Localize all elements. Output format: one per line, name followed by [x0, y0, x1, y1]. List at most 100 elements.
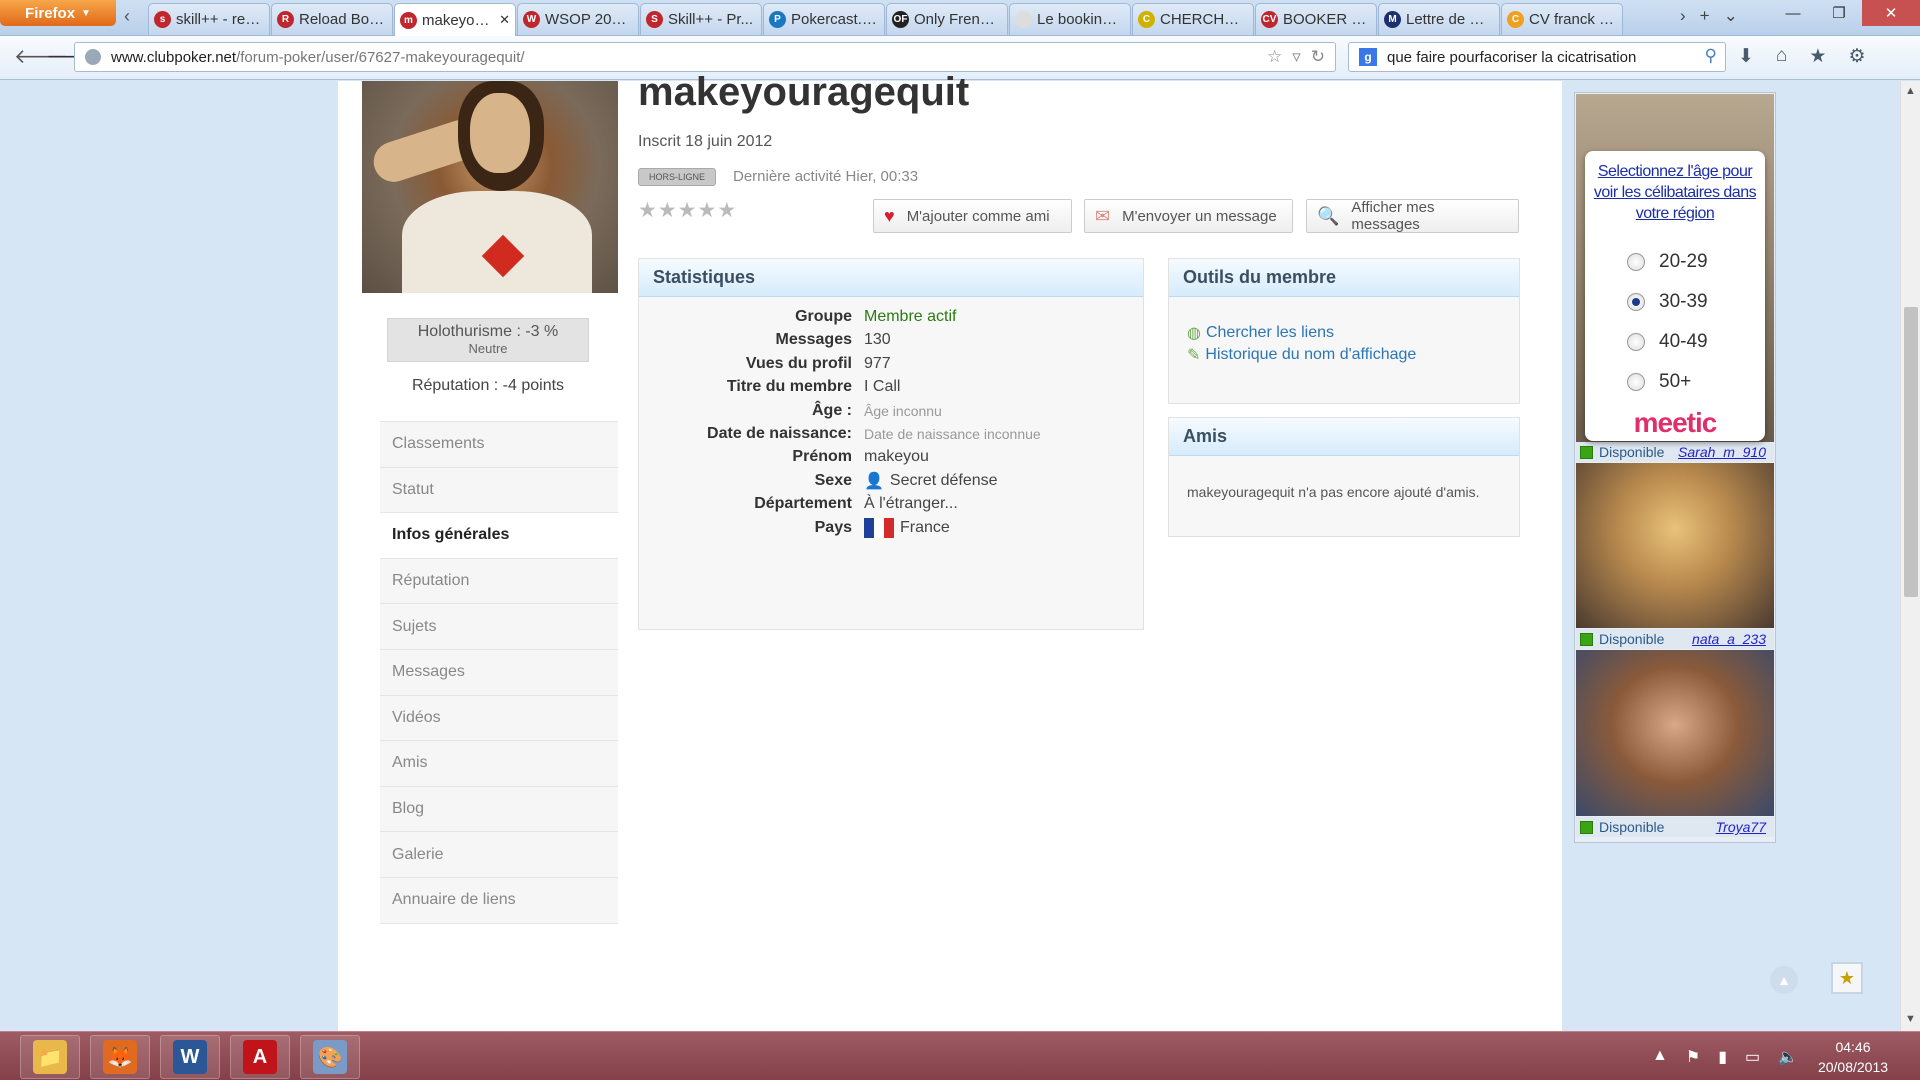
sidebar-item-sujets[interactable]: Sujets [380, 604, 618, 650]
taskbar-app-button[interactable]: 🦊 [90, 1035, 150, 1079]
bookmarks-icon[interactable]: ★ [1809, 45, 1826, 68]
browser-tab[interactable]: OF Only French ... [886, 3, 1008, 35]
url-dropdown-icon[interactable]: ▿ [1292, 47, 1301, 67]
sidebar-item-blog[interactable]: Blog [380, 786, 618, 833]
power-icon[interactable]: ▮ [1718, 1047, 1727, 1067]
search-bar[interactable]: g que faire pourfacoriser la cicatrisati… [1348, 42, 1726, 72]
browser-tab[interactable]: C CV franck ro... [1501, 3, 1623, 35]
scroll-to-top-icon[interactable]: ▲ [1770, 966, 1798, 994]
bookmark-star-icon[interactable]: ☆ [1267, 47, 1282, 67]
restore-icon[interactable]: ❐ [1816, 0, 1862, 26]
tab-scroll-left-icon[interactable]: ‹ [124, 6, 130, 27]
tab-list-icon[interactable]: ⌄ [1724, 6, 1738, 26]
pokercast-icon: P [769, 11, 786, 28]
taskbar-app-button[interactable]: 🎨 [300, 1035, 360, 1079]
ad-profile-footer[interactable]: Disponible Sarah_m_910 [1576, 442, 1774, 462]
browser-tab[interactable]: R Reload Bon... [271, 3, 393, 35]
stat-label: Groupe [795, 308, 852, 325]
volume-icon[interactable]: 🔈 [1778, 1047, 1798, 1067]
stat-value-text: 977 [864, 354, 891, 372]
meetic-logo[interactable]: meetic [1585, 407, 1765, 439]
minimize-icon[interactable]: — [1770, 0, 1816, 26]
browser-tab[interactable]: M Lettre de m... [1378, 3, 1500, 35]
network-icon[interactable]: ▭ [1745, 1047, 1760, 1067]
ad-profile-name[interactable]: nata_a_233 [1692, 631, 1766, 647]
firefox-menu-button[interactable]: Firefox ▼ [0, 0, 116, 26]
addon-icon[interactable]: ⚙ [1848, 45, 1865, 68]
browser-tab[interactable]: S Skill++ - Pr... [640, 3, 762, 35]
rating-star-icon[interactable]: ★ [638, 198, 657, 223]
close-tab-icon[interactable]: ✕ [499, 12, 510, 28]
age-option[interactable]: 40-49 [1627, 331, 1708, 353]
downloads-icon[interactable]: ⬇ [1738, 45, 1754, 68]
browser-tab[interactable]: P Pokercast.tv... [763, 3, 885, 35]
age-radio[interactable] [1627, 333, 1645, 351]
scroll-thumb[interactable] [1904, 307, 1918, 597]
rating-star-icon[interactable]: ★ [697, 198, 716, 223]
new-tab-icon[interactable]: + [1700, 6, 1710, 26]
member-tool-link[interactable]: ✎ Historique du nom d'affichage [1187, 345, 1416, 365]
rating-star-icon[interactable]: ★ [658, 198, 677, 223]
tray-expand-icon[interactable]: ▲ [1652, 1047, 1668, 1067]
sidebar-item-classements[interactable]: Classements [380, 422, 618, 468]
scroll-up-icon[interactable]: ▲ [1905, 85, 1916, 97]
sidebar-item-r-putation[interactable]: Réputation [380, 558, 618, 605]
age-option-label: 40-49 [1659, 331, 1708, 352]
sidebar-item-galerie[interactable]: Galerie [380, 832, 618, 878]
rating-star-icon[interactable]: ★ [678, 198, 697, 223]
ad-photo[interactable] [1576, 463, 1774, 628]
browser-tab[interactable]: W WSOP 2013 ... [517, 3, 639, 35]
reload-icon[interactable]: ↻ [1311, 47, 1325, 67]
age-option[interactable]: 20-29 [1627, 251, 1708, 273]
home-icon[interactable]: ⌂ [1776, 45, 1787, 68]
browser-tab[interactable]: C CHERCHE B... [1132, 3, 1254, 35]
ad-profile-name[interactable]: Troya77 [1716, 819, 1766, 835]
rating-star-icon[interactable]: ★ [717, 198, 736, 223]
stats-panel: Statistiques Groupe Membre actif Messages 1… [638, 258, 1144, 630]
ad-profile-footer[interactable]: Disponible Troya77 [1576, 817, 1774, 837]
browser-tab[interactable]: CV BOOKER (M... [1255, 3, 1377, 35]
action-center-flag-icon[interactable]: ⚑ [1686, 1047, 1700, 1067]
scroll-down-icon[interactable]: ▼ [1905, 1013, 1916, 1025]
age-selector-prompt[interactable]: Selectionnez l'âge pour voir les célibat… [1591, 161, 1759, 224]
search-input[interactable]: que faire pourfacoriser la cicatrisation [1387, 49, 1636, 66]
url-bar[interactable]: www.clubpoker.net /forum-poker/user/6762… [74, 42, 1336, 72]
sidebar-item-amis[interactable]: Amis [380, 741, 618, 787]
sidebar-item-vid-os[interactable]: Vidéos [380, 695, 618, 742]
ad-profile-name[interactable]: Sarah_m_910 [1678, 444, 1766, 460]
member-tools-panel: Outils du membre ◍ Chercher les liens ✎ His… [1168, 258, 1520, 404]
sidebar-item-messages[interactable]: Messages [380, 649, 618, 696]
system-clock[interactable]: 04:46 20/08/2013 [1808, 1037, 1898, 1077]
sidebar-item-statut[interactable]: Statut [380, 467, 618, 514]
sidebar-item-annuaire-de-liens[interactable]: Annuaire de liens [380, 877, 618, 924]
show-messages-button[interactable]: 🔍 Afficher mes messages [1306, 199, 1519, 233]
dating-ad[interactable]: ▷ Disponible Sarah_m_910 Disponible nata… [1574, 92, 1776, 843]
age-radio[interactable] [1627, 293, 1645, 311]
ad-profile-footer[interactable]: Disponible nata_a_233 [1576, 629, 1774, 649]
taskbar-app-button[interactable]: A [230, 1035, 290, 1079]
search-icon[interactable]: ⚲ [1705, 46, 1717, 66]
taskbar-app-button[interactable]: W [160, 1035, 220, 1079]
page-scrollbar[interactable]: ▲ ▼ [1900, 81, 1920, 1031]
close-window-icon[interactable]: ✕ [1862, 0, 1920, 26]
browser-tab[interactable]: m makeyou... ✕ [394, 3, 516, 36]
browser-tab[interactable]: Le booking, ... [1009, 3, 1131, 35]
favorite-star-icon[interactable]: ★ [1831, 962, 1863, 994]
site-identity-icon[interactable] [85, 49, 101, 65]
rating-stars[interactable]: ★ ★ ★ ★ ★ [638, 198, 736, 223]
browser-tab[interactable]: s skill++ - rec... [148, 3, 270, 35]
stat-label: Âge : [812, 401, 852, 419]
reputation-status: Neutre [468, 341, 508, 356]
age-option[interactable]: 50+ [1627, 371, 1691, 393]
ad-photo[interactable] [1576, 650, 1774, 816]
tab-scroll-right-icon[interactable]: › [1680, 6, 1686, 26]
age-option[interactable]: 30-39 [1627, 291, 1708, 313]
age-radio[interactable] [1627, 373, 1645, 391]
add-friend-button[interactable]: ♥ M'ajouter comme ami [873, 199, 1072, 233]
sidebar-item-infos-g-n-rales[interactable]: Infos générales [380, 513, 618, 559]
send-message-button[interactable]: ✉ M'envoyer un message [1084, 199, 1293, 233]
age-radio[interactable] [1627, 253, 1645, 271]
member-tool-link[interactable]: ◍ Chercher les liens [1187, 323, 1334, 343]
search-engine-icon[interactable]: g [1349, 43, 1387, 71]
taskbar-app-button[interactable]: 📁 [20, 1035, 80, 1079]
